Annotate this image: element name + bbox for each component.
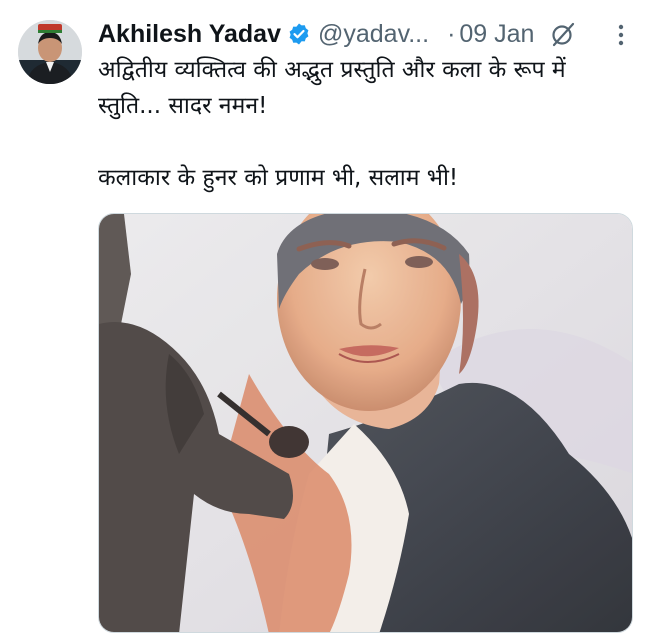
tweet-text: अद्वितीय व्यक्तित्व की अद्भुत प्रस्तुति …	[98, 52, 633, 196]
tweet-text-paragraph-2: कलाकार के हुनर को प्रणाम भी, सलाम भी!	[98, 165, 459, 191]
more-options-icon[interactable]	[609, 20, 633, 50]
author-handle[interactable]: @yadav...	[318, 20, 429, 49]
tweet-media[interactable]	[98, 213, 633, 633]
separator-dot: ·	[447, 19, 456, 48]
tweet-header: Akhilesh Yadav @yadav... · 09 Jan	[98, 14, 638, 54]
avatar-image	[18, 20, 82, 84]
grok-icon[interactable]	[550, 21, 576, 47]
tweet-date[interactable]: 09 Jan	[459, 20, 534, 49]
author-avatar[interactable]	[18, 20, 82, 84]
verified-badge-icon	[289, 23, 309, 45]
tweet-text-paragraph-1: अद्वितीय व्यक्तित्व की अद्भुत प्रस्तुति …	[98, 57, 566, 119]
author-name[interactable]: Akhilesh Yadav	[98, 20, 281, 49]
painting-image	[99, 214, 632, 632]
